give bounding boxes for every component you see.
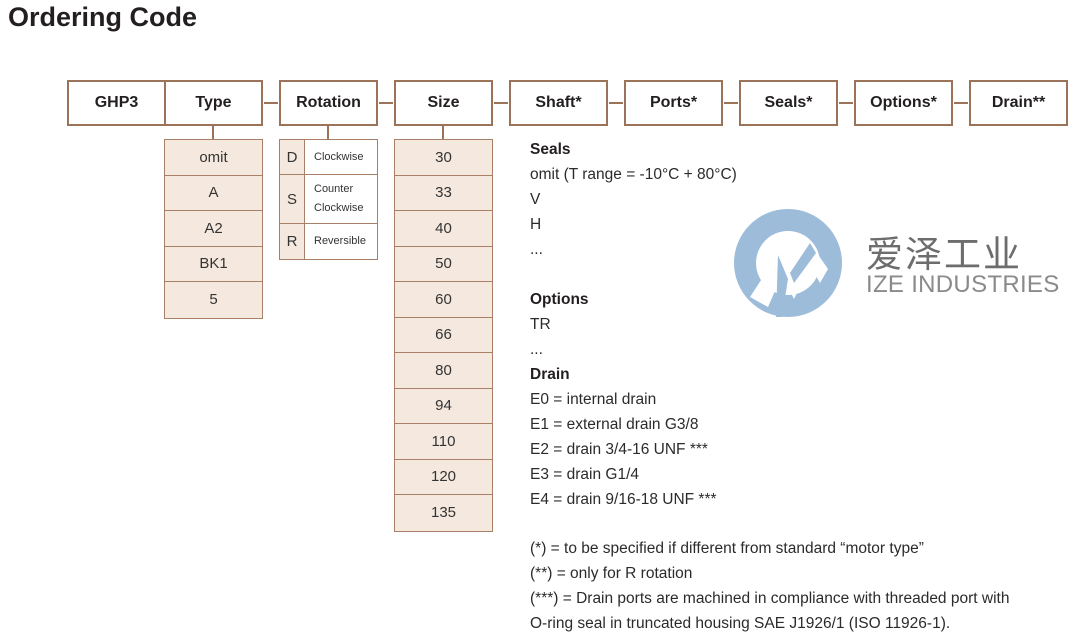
footnote: (***) = Drain ports are machined in comp… xyxy=(530,590,1010,607)
type-option: omit xyxy=(165,140,262,176)
seals-item: omit (T range = -10°C + 80°C) xyxy=(530,166,737,183)
type-option: A xyxy=(165,175,262,211)
drain-item: E4 = drain 9/16-18 UNF *** xyxy=(530,491,717,508)
drain-item: E2 = drain 3/4-16 UNF *** xyxy=(530,441,708,458)
rotation-code: D xyxy=(280,140,305,174)
size-option: 80 xyxy=(395,353,492,389)
type-option: A2 xyxy=(165,211,262,247)
rotation-desc: Clockwise xyxy=(305,140,377,174)
watermark-name-en: IZE INDUSTRIES xyxy=(866,271,1060,298)
drain-item: E3 = drain G1/4 xyxy=(530,466,639,483)
drain-heading: Drain xyxy=(530,366,570,383)
size-option: 30 xyxy=(395,140,492,176)
type-option: 5 xyxy=(165,282,262,318)
size-option: 60 xyxy=(395,282,492,318)
rotation-desc: Counter Clockwise xyxy=(305,175,377,223)
footnote: (**) = only for R rotation xyxy=(530,565,693,582)
size-option: 50 xyxy=(395,246,492,282)
rotation-desc-line: Clockwise xyxy=(314,202,364,214)
code-box-ports: Ports* xyxy=(624,80,723,126)
size-option: 110 xyxy=(395,424,492,460)
options-heading: Options xyxy=(530,291,589,308)
rotation-option: R Reversible xyxy=(280,224,377,259)
connector-dash xyxy=(264,102,278,104)
seals-item: H xyxy=(530,216,542,233)
rotation-desc: Reversible xyxy=(305,224,377,259)
connector-line xyxy=(442,126,444,140)
connector-dash xyxy=(379,102,393,104)
size-option: 33 xyxy=(395,175,492,211)
footnotes: (*) = to be specified if different from … xyxy=(530,536,1009,636)
size-option: 120 xyxy=(395,459,492,495)
connector-line xyxy=(327,126,329,140)
size-option: 135 xyxy=(395,495,492,531)
ize-logo-icon xyxy=(734,209,842,317)
rotation-code: S xyxy=(280,175,305,223)
seals-item: ... xyxy=(530,241,543,258)
seals-heading: Seals xyxy=(530,141,571,158)
type-options-table: omit A A2 BK1 5 xyxy=(164,139,263,319)
code-box-shaft: Shaft* xyxy=(509,80,608,126)
size-option: 94 xyxy=(395,388,492,424)
connector-line xyxy=(212,126,214,140)
rotation-option: D Clockwise xyxy=(280,140,377,175)
type-option: BK1 xyxy=(165,246,262,282)
connector-dash xyxy=(609,102,623,104)
code-box-drain: Drain** xyxy=(969,80,1068,126)
footnote: (*) = to be specified if different from … xyxy=(530,540,924,557)
connector-dash xyxy=(839,102,853,104)
options-item: ... xyxy=(530,341,543,358)
code-box-size: Size xyxy=(394,80,493,126)
footnote: O-ring seal in truncated housing SAE J19… xyxy=(530,615,951,632)
size-option: 66 xyxy=(395,317,492,353)
options-item: TR xyxy=(530,316,551,333)
connector-dash xyxy=(954,102,968,104)
page-title: Ordering Code xyxy=(8,2,198,32)
size-option: 40 xyxy=(395,211,492,247)
code-box-options: Options* xyxy=(854,80,953,126)
rotation-desc-line: Counter xyxy=(314,183,354,195)
code-box-type: Type xyxy=(164,80,263,126)
drain-item: E0 = internal drain xyxy=(530,391,657,408)
drain-item: E1 = external drain G3/8 xyxy=(530,416,699,433)
connector-dash xyxy=(724,102,738,104)
rotation-options-table: D Clockwise S Counter Clockwise R Revers… xyxy=(279,139,378,260)
connector-dash xyxy=(494,102,508,104)
seals-item: V xyxy=(530,191,541,208)
code-box-ghp3: GHP3 xyxy=(67,80,166,126)
rotation-option: S Counter Clockwise xyxy=(280,175,377,224)
code-box-rotation: Rotation xyxy=(279,80,378,126)
watermark-name-cn: 爱泽工业 xyxy=(866,234,1022,275)
rotation-code: R xyxy=(280,224,305,259)
size-options-table: 30 33 40 50 60 66 80 94 110 120 135 xyxy=(394,139,493,532)
code-notes: Seals omit (T range = -10°C + 80°C) V H … xyxy=(530,137,737,512)
code-box-seals: Seals* xyxy=(739,80,838,126)
